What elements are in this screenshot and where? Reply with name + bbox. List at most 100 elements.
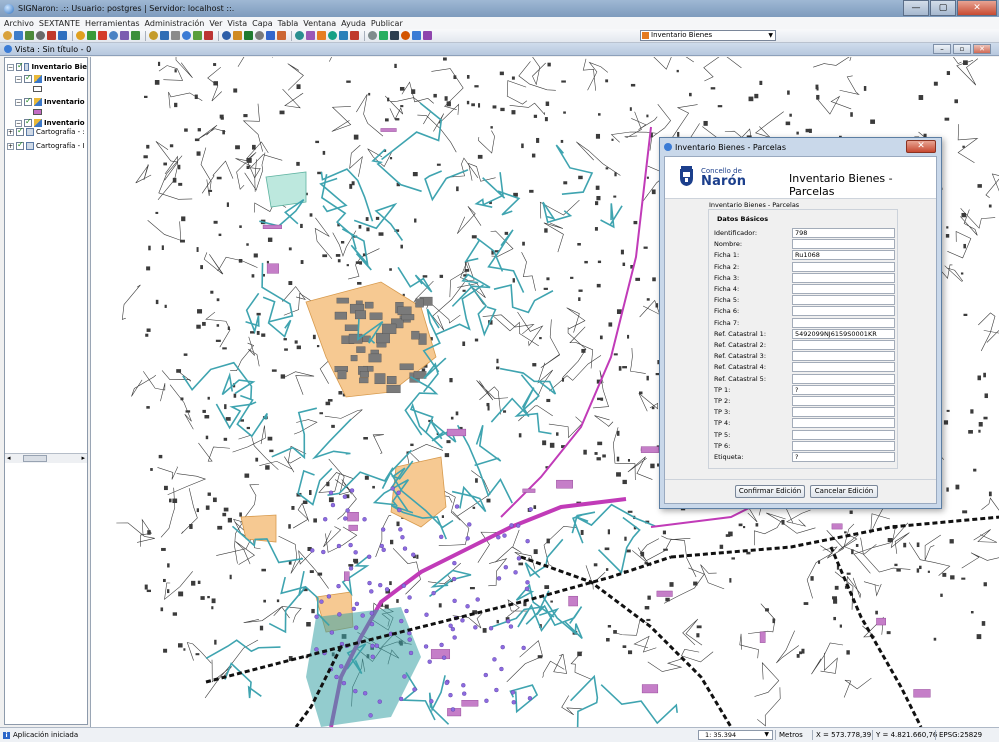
view-restore-button[interactable]: ▫ bbox=[953, 44, 971, 54]
field-input[interactable] bbox=[792, 295, 895, 306]
field-input[interactable]: ? bbox=[792, 384, 895, 395]
toolbar-tool-icon[interactable] bbox=[295, 31, 304, 40]
close-button[interactable]: ✕ bbox=[957, 0, 997, 16]
menu-administracion[interactable]: Administración bbox=[145, 19, 205, 28]
maximize-button[interactable]: ▢ bbox=[930, 0, 956, 16]
toc-item-inventario-2[interactable]: − Inventario bbox=[15, 96, 87, 108]
toolbar-tool-icon[interactable] bbox=[277, 31, 286, 40]
menu-capa[interactable]: Capa bbox=[252, 19, 272, 28]
scroll-left-icon[interactable]: ◂ bbox=[7, 454, 11, 462]
menu-ayuda[interactable]: Ayuda bbox=[341, 19, 366, 28]
field-input[interactable] bbox=[792, 429, 895, 440]
field-input[interactable] bbox=[792, 272, 895, 283]
layer-select[interactable]: Inventario Bienes ▼ bbox=[640, 30, 776, 41]
toolbar-tool-icon[interactable] bbox=[109, 31, 118, 40]
toc-item-inventario-1[interactable]: − Inventario bbox=[15, 73, 87, 85]
toolbar-tool-icon[interactable] bbox=[76, 31, 85, 40]
field-input[interactable] bbox=[792, 373, 895, 384]
toolbar-tool-icon[interactable] bbox=[47, 31, 56, 40]
field-input[interactable]: 798 bbox=[792, 228, 895, 238]
expand-icon[interactable]: + bbox=[7, 128, 14, 136]
toolbar-tool-icon[interactable] bbox=[131, 31, 140, 40]
inventory-point bbox=[452, 598, 457, 604]
field-input[interactable] bbox=[792, 362, 895, 373]
menu-vista[interactable]: Vista bbox=[227, 19, 247, 28]
toolbar-tool-icon[interactable] bbox=[328, 31, 337, 40]
expand-icon[interactable]: + bbox=[7, 142, 14, 150]
toolbar-tool-icon[interactable] bbox=[266, 31, 275, 40]
layer-checkbox[interactable] bbox=[16, 61, 23, 71]
toolbar-tool-icon[interactable] bbox=[423, 31, 432, 40]
field-input[interactable] bbox=[792, 306, 895, 317]
collapse-icon[interactable]: − bbox=[15, 98, 22, 106]
menu-ver[interactable]: Ver bbox=[209, 19, 222, 28]
scale-select[interactable]: 1: 35.394 ▼ bbox=[698, 730, 773, 740]
field-input[interactable] bbox=[792, 407, 895, 418]
menu-ventana[interactable]: Ventana bbox=[303, 19, 336, 28]
toolbar-tool-icon[interactable] bbox=[339, 31, 348, 40]
cancel-edit-button[interactable]: Cancelar Edición bbox=[810, 485, 878, 498]
field-input[interactable] bbox=[792, 418, 895, 429]
collapse-icon[interactable]: − bbox=[15, 75, 22, 83]
toolbar-tool-icon[interactable] bbox=[182, 31, 191, 40]
confirm-edit-button[interactable]: Confirmar Edición bbox=[735, 485, 805, 498]
toolbar-tool-icon[interactable] bbox=[87, 31, 96, 40]
menu-sextante[interactable]: SEXTANTE bbox=[39, 19, 80, 28]
toolbar-tool-icon[interactable] bbox=[244, 31, 253, 40]
toc-item-cartografia-1[interactable]: + Cartografía - : bbox=[7, 126, 87, 138]
field-input[interactable]: 5492099NJ6159S0001KR bbox=[792, 328, 895, 339]
field-input[interactable]: Ru1068 bbox=[792, 250, 895, 261]
field-input[interactable] bbox=[792, 261, 895, 272]
toolbar-tool-icon[interactable] bbox=[58, 31, 67, 40]
toolbar-tool-icon[interactable] bbox=[3, 31, 12, 40]
toolbar-tool-icon[interactable] bbox=[25, 31, 34, 40]
toolbar-tool-icon[interactable] bbox=[233, 31, 242, 40]
toolbar-tool-icon[interactable] bbox=[160, 31, 169, 40]
menu-archivo[interactable]: Archivo bbox=[4, 19, 34, 28]
layer-checkbox[interactable] bbox=[16, 126, 24, 136]
toolbar-tool-icon[interactable] bbox=[317, 31, 326, 40]
field-input[interactable] bbox=[792, 340, 895, 350]
toolbar-tool-icon[interactable] bbox=[149, 31, 158, 40]
toolbar-tool-icon[interactable] bbox=[14, 31, 23, 40]
scroll-thumb[interactable] bbox=[23, 455, 47, 462]
toolbar-tool-icon[interactable] bbox=[222, 31, 231, 40]
field-input[interactable]: ? bbox=[792, 452, 895, 462]
dialog-title-bar[interactable]: Inventario Bienes - Parcelas ✕ bbox=[660, 138, 941, 156]
minimize-button[interactable]: — bbox=[903, 0, 929, 16]
toolbar-tool-icon[interactable] bbox=[193, 31, 202, 40]
toolbar-tool-icon[interactable] bbox=[412, 31, 421, 40]
toolbar-tool-icon[interactable] bbox=[350, 31, 359, 40]
toolbar-tool-icon[interactable] bbox=[36, 31, 45, 40]
field-input[interactable] bbox=[792, 317, 895, 328]
view-minimize-button[interactable]: – bbox=[933, 44, 951, 54]
toolbar-tool-icon[interactable] bbox=[171, 31, 180, 40]
dialog-close-button[interactable]: ✕ bbox=[906, 140, 936, 153]
toolbar-tool-icon[interactable] bbox=[368, 31, 377, 40]
toolbar-tool-icon[interactable] bbox=[401, 31, 410, 40]
field-input[interactable] bbox=[792, 440, 895, 451]
toolbar-tool-icon[interactable] bbox=[390, 31, 399, 40]
toolbar-tool-icon[interactable] bbox=[120, 31, 129, 40]
toc-item-inventario-bienes[interactable]: − Inventario Bie bbox=[7, 61, 87, 73]
layer-checkbox[interactable] bbox=[16, 140, 24, 150]
view-close-button[interactable]: ✕ bbox=[973, 44, 991, 54]
toolbar-tool-icon[interactable] bbox=[306, 31, 315, 40]
layer-checkbox[interactable] bbox=[24, 96, 32, 106]
field-input[interactable] bbox=[792, 284, 895, 294]
field-input[interactable] bbox=[792, 351, 895, 362]
menu-herramientas[interactable]: Herramientas bbox=[85, 19, 140, 28]
toolbar-tool-icon[interactable] bbox=[379, 31, 388, 40]
layer-checkbox[interactable] bbox=[24, 73, 32, 83]
field-input[interactable] bbox=[792, 396, 895, 406]
toolbar-tool-icon[interactable] bbox=[204, 31, 213, 40]
toc-item-cartografia-2[interactable]: + Cartografía - I bbox=[7, 140, 87, 152]
menu-publicar[interactable]: Publicar bbox=[371, 19, 403, 28]
menu-tabla[interactable]: Tabla bbox=[278, 19, 299, 28]
field-input[interactable] bbox=[792, 239, 895, 250]
scroll-right-icon[interactable]: ▸ bbox=[81, 454, 85, 462]
toolbar-tool-icon[interactable] bbox=[98, 31, 107, 40]
toolbar-tool-icon[interactable] bbox=[255, 31, 264, 40]
collapse-icon[interactable]: − bbox=[7, 63, 14, 71]
toc-horizontal-scrollbar[interactable]: ◂ ▸ bbox=[5, 453, 87, 463]
